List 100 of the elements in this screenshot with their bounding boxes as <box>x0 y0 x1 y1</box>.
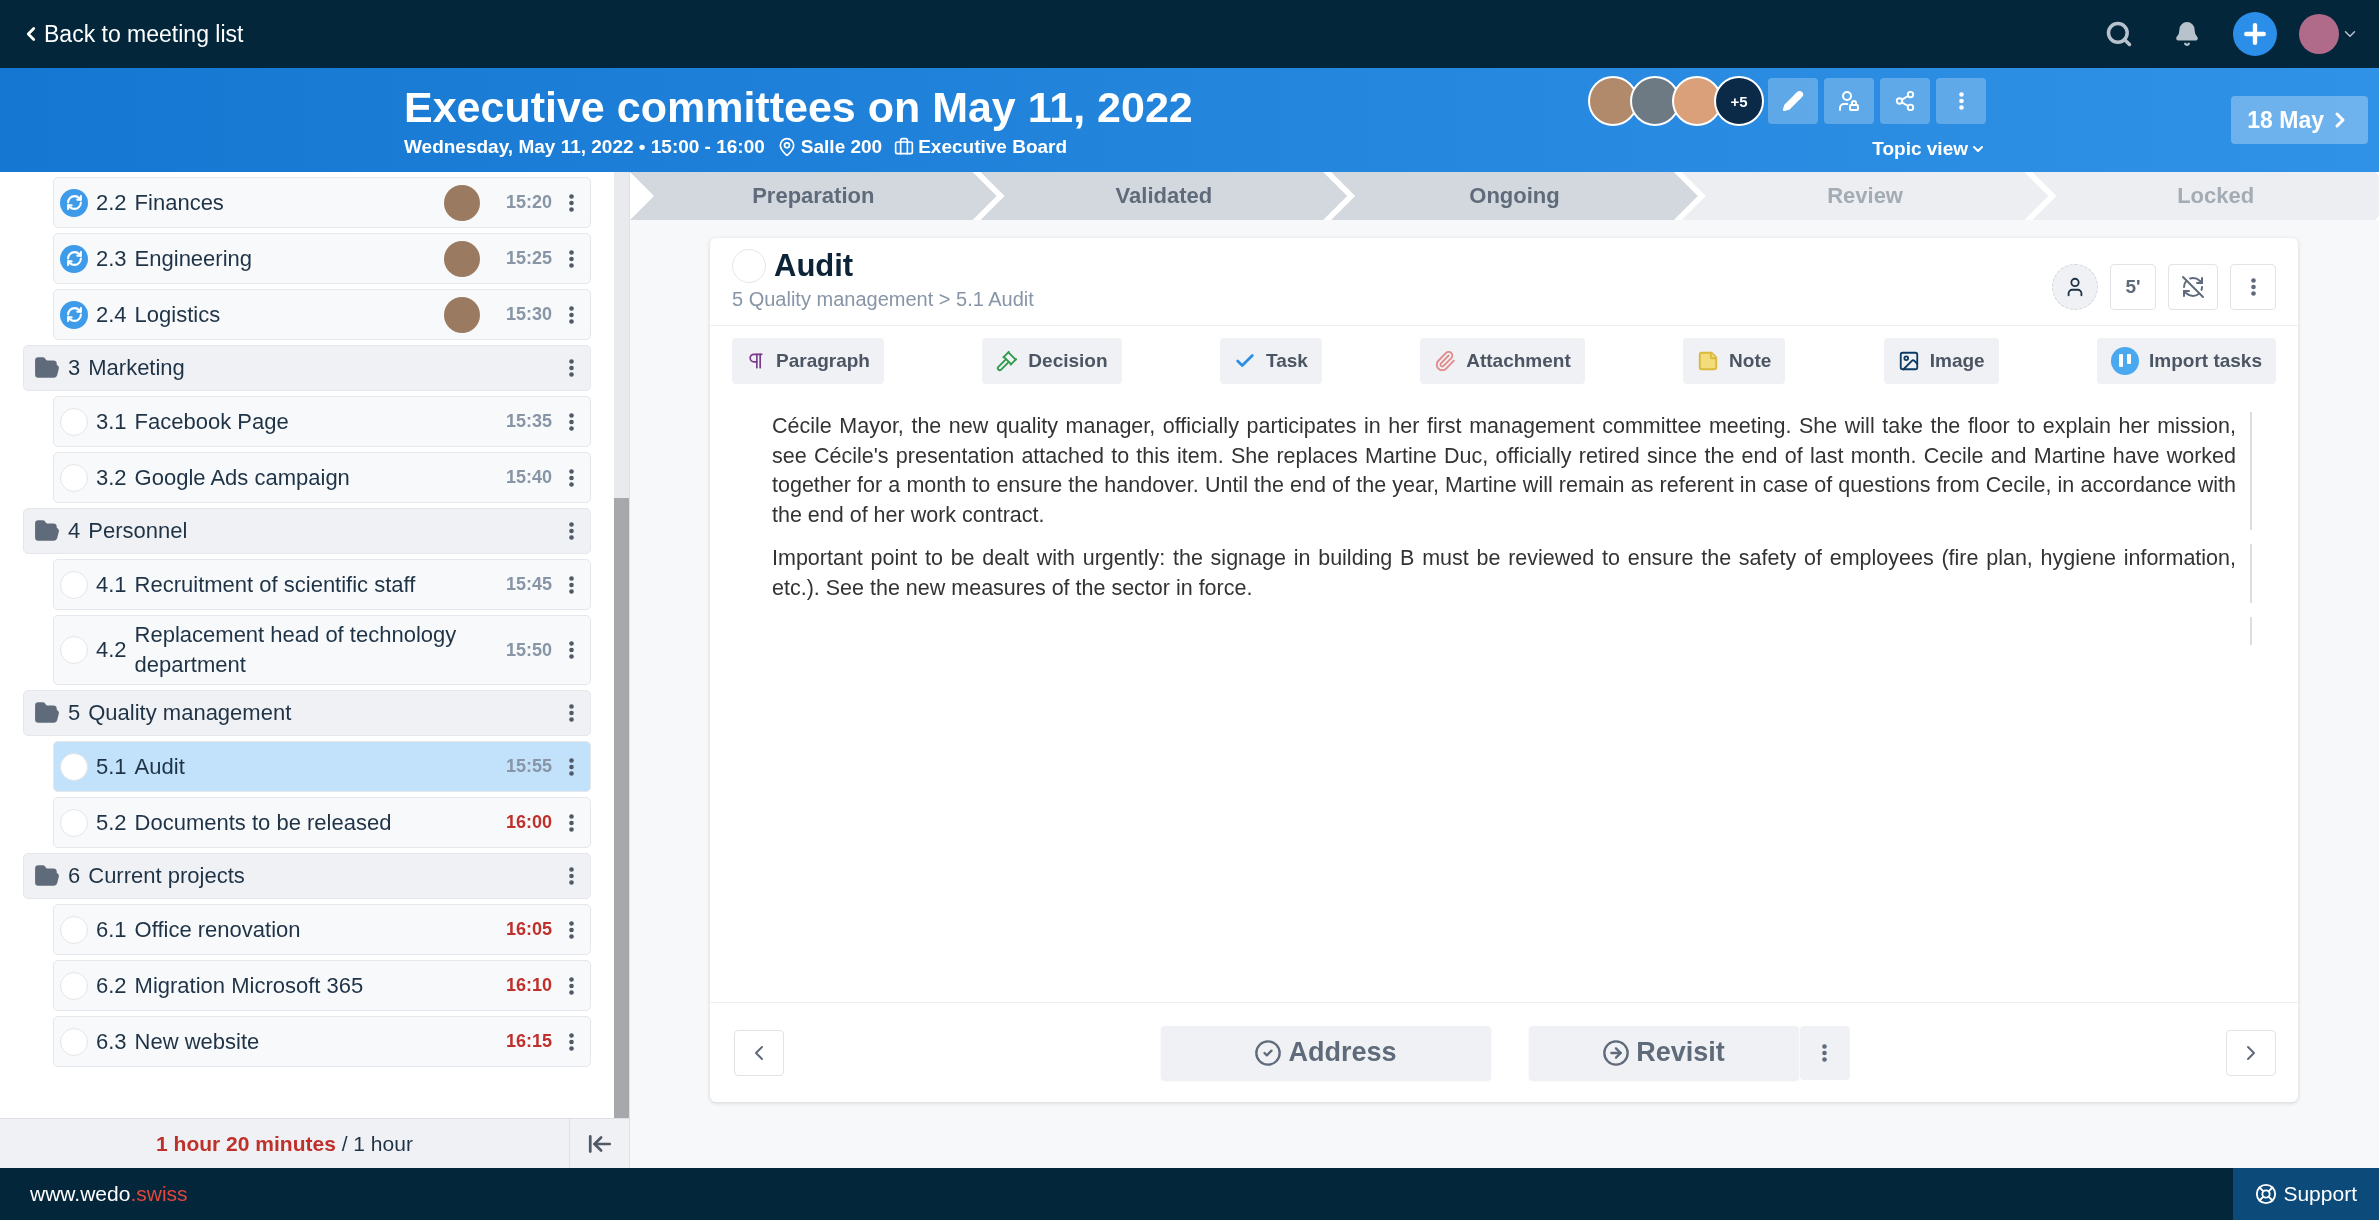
agenda-item[interactable]: 6.3 New website 16:15 <box>53 1016 591 1067</box>
item-time: 16:10 <box>504 975 552 996</box>
agenda-section[interactable]: 4 Personnel <box>23 508 591 554</box>
more-icon <box>568 359 574 377</box>
item-time: 15:20 <box>504 192 552 213</box>
more-icon <box>568 813 574 832</box>
user-avatar <box>2299 14 2339 54</box>
item-title: Migration Microsoft 365 <box>134 971 365 1000</box>
agenda-item[interactable]: 6.1 Office renovation 16:05 <box>53 904 591 955</box>
meeting-schedule: Wednesday, May 11, 2022 • 15:00 - 16:00 <box>404 135 765 158</box>
sticky-note-icon <box>1697 350 1720 372</box>
section-title: Personnel <box>88 517 189 545</box>
support-button[interactable]: Support <box>2233 1168 2379 1220</box>
item-title: Google Ads campaign <box>134 463 351 492</box>
insert-button[interactable]: Image <box>1883 338 1999 384</box>
scrollbar[interactable] <box>614 172 629 1118</box>
item-number: 3.2 <box>96 464 127 491</box>
more-icon <box>568 193 574 212</box>
arrow-circle-icon <box>1602 1038 1631 1067</box>
address-button[interactable]: Address <box>1160 1025 1491 1080</box>
more-icon <box>568 1032 574 1051</box>
insert-button[interactable]: Note <box>1683 338 1786 384</box>
section-title: Marketing <box>88 354 186 382</box>
assignee-button[interactable] <box>2052 263 2098 310</box>
insert-button[interactable]: Import tasks <box>2097 338 2276 384</box>
item-time: 15:35 <box>504 411 552 432</box>
item-title: Replacement head of technology department <box>134 621 458 679</box>
folder-icon <box>34 863 60 889</box>
more-icon <box>568 249 574 268</box>
agenda-item[interactable]: 2.3 Engineering 15:25 <box>53 233 591 284</box>
meeting-board: Executive Board <box>894 135 1068 158</box>
agenda-item[interactable]: 3.1 Facebook Page 15:35 <box>53 396 591 447</box>
item-time: 16:15 <box>504 1031 552 1052</box>
more-icon <box>568 412 574 431</box>
more-icon <box>568 704 574 722</box>
more-icon <box>568 920 574 939</box>
revisit-button[interactable]: Revisit <box>1528 1025 1799 1080</box>
section-number: 3 <box>68 355 81 381</box>
item-time: 15:45 <box>504 574 552 595</box>
section-number: 6 <box>68 863 81 889</box>
more-icon <box>568 522 574 540</box>
folder-icon <box>34 355 60 381</box>
briefcase-icon <box>894 136 915 157</box>
more-icon <box>568 867 574 885</box>
item-title: Logistics <box>134 300 222 329</box>
folder-icon <box>34 700 60 726</box>
add-button[interactable] <box>2233 12 2277 56</box>
agenda-item[interactable]: 3.2 Google Ads campaign 15:40 <box>53 452 591 503</box>
agenda-item[interactable]: 2.4 Logistics 15:30 <box>53 289 591 340</box>
stage-step[interactable]: Preparation <box>630 172 997 220</box>
item-time: 15:25 <box>504 248 552 269</box>
section-title: Current projects <box>88 862 246 890</box>
item-number: 6.2 <box>96 972 127 999</box>
item-time: 15:50 <box>504 639 552 661</box>
agenda-section[interactable]: 3 Marketing <box>23 345 591 391</box>
item-number: 2.4 <box>96 301 127 328</box>
agenda-section[interactable]: 5 Quality management <box>23 690 591 736</box>
access-button[interactable] <box>1824 78 1874 124</box>
repeat-off-button[interactable] <box>2168 263 2218 310</box>
item-time: 15:40 <box>504 467 552 488</box>
item-title: Office renovation <box>134 915 302 944</box>
stage-step[interactable]: Validated <box>980 172 1348 220</box>
note-paragraph: Important point to be dealt with urgently: the signage in building B must be reviewed to ensure the safety of employees (fire plan, hygiene information, etc.). See the new measures of the sector in force. <box>772 544 2252 603</box>
agenda-item[interactable]: 5.2 Documents to be released 16:00 <box>53 797 591 848</box>
bell-icon[interactable] <box>2174 21 2200 47</box>
image-icon <box>1897 350 1920 372</box>
agenda-section[interactable]: 6 Current projects <box>23 853 591 899</box>
back-link[interactable]: Back to meeting list <box>20 20 244 48</box>
duration-summary: 1 hour 20 minutes / 1 hour <box>155 1131 414 1156</box>
item-title: Finances <box>134 188 225 217</box>
breadcrumb: 5 Quality management > 5.1 Audit <box>732 288 1034 311</box>
duration-button[interactable]: 5' <box>2110 263 2156 310</box>
pilcrow-icon <box>746 351 766 371</box>
item-title: New website <box>134 1027 261 1056</box>
user-lock-icon <box>1837 89 1861 113</box>
agenda-item[interactable]: 2.2 Finances 15:20 <box>53 177 591 228</box>
section-number: 5 <box>68 700 81 726</box>
item-time: 15:55 <box>504 756 552 777</box>
item-time: 15:30 <box>504 304 552 325</box>
agenda-item[interactable]: 5.1 Audit 15:55 <box>53 741 591 792</box>
item-title: Engineering <box>134 244 254 273</box>
stage-step[interactable]: Ongoing <box>1331 172 1698 220</box>
item-number: 2.2 <box>96 189 127 216</box>
agenda-item[interactable]: 4.2 Replacement head of technology department 15:50 <box>53 615 591 685</box>
gavel-icon <box>996 350 1019 372</box>
participant-count[interactable]: +5 <box>1714 76 1764 126</box>
repeat-off-icon <box>2181 274 2205 299</box>
agenda-item[interactable]: 6.2 Migration Microsoft 365 16:10 <box>53 960 591 1011</box>
search-icon[interactable] <box>2105 20 2133 48</box>
insert-button[interactable]: Paragraph <box>732 338 884 384</box>
insert-button[interactable]: Task <box>1219 338 1322 384</box>
more-icon <box>568 305 574 324</box>
site-link[interactable]: www.wedo.swiss <box>30 1182 188 1206</box>
section-title: Quality management <box>88 699 293 727</box>
edit-button[interactable] <box>1768 78 1818 124</box>
insert-button[interactable]: Decision <box>982 338 1122 384</box>
agenda-item[interactable]: 4.1 Recruitment of scientific staff 15:45 <box>53 559 591 610</box>
pencil-icon <box>1782 90 1804 112</box>
insert-button[interactable]: Attachment <box>1420 338 1585 384</box>
meeting-location: Salle 200 <box>776 135 883 158</box>
